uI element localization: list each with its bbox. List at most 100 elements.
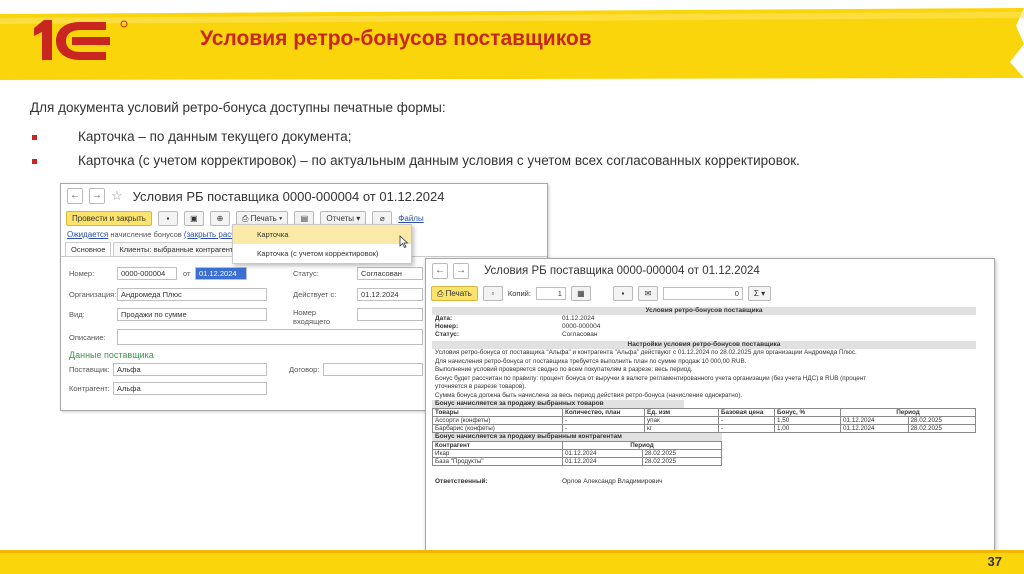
bullet-text: Карточка – по данным текущего документа; [78,129,352,144]
print-button[interactable]: ⎙ Печать [431,285,478,301]
window-title: Условия РБ поставщика 0000-000004 от 01.… [132,188,445,204]
organization-field[interactable]: Андромеда Плюс [117,288,267,301]
table-cell: упак [644,416,719,425]
settings-paragraph: уточняется в разрезе товаров). [435,383,527,390]
menu-item-card-with-corrections[interactable]: Карточка (с учетом корректировок) [233,244,411,263]
slide-title: Условия ретро-бонусов поставщиков [200,27,592,50]
supplier-label: Поставщик: [69,365,110,374]
sum-field[interactable]: 0 [662,286,743,300]
table-cell: 28.02.2025 [641,449,722,458]
sigma-icon: Σ [753,288,759,298]
files-link[interactable]: Файлы [398,214,423,223]
print-dropdown-menu: Карточка Карточка (с учетом корректирово… [232,224,412,264]
create-based-on-icon[interactable]: ⊕ [209,210,230,226]
valid-from-field[interactable]: 01.12.2024 [357,288,423,301]
back-arrow-icon[interactable]: ← [67,188,83,204]
post-and-close-button[interactable]: Провести и закрыть [66,210,152,226]
valid-from-label: Действует с: [293,290,337,299]
save-file-icon[interactable]: ▪ [612,285,633,301]
contract-field[interactable] [323,363,423,376]
doc-date-label: Дата: [435,315,453,322]
table-cell: 01.12.2024 [562,457,643,466]
doc-number-label: Номер: [435,323,459,330]
print-button-label: Печать [445,288,472,298]
description-field[interactable] [117,329,423,345]
bullet-list: Карточка – по данным текущего документа;… [30,127,800,175]
status-label: Статус: [293,269,319,278]
responsible-label: Ответственный: [435,478,488,485]
sum-mode-button[interactable]: Σ ▾ [747,285,772,301]
table-cell: кг [644,424,719,433]
from-label: от [183,269,191,278]
supplier-section-title: Данные поставщика [69,350,154,360]
status-link[interactable]: Ожидается [67,230,108,239]
status-field[interactable]: Согласован [357,267,423,280]
preview-toolbar: ⎙ Печать ▫ Копий: 1 ▦ ▪ ✉ 0 Σ ▾ [426,283,994,303]
printed-document: Условия ретро-бонусов поставщика Дата: 01… [432,307,976,485]
window-titlebar: ← → ☆ Условия РБ поставщика 0000-000004 … [61,184,547,208]
tab-clients[interactable]: Клиенты: выбранные контрагенты и [113,242,251,256]
settings-paragraph: Условия ретро-бонуса от поставщика "Альф… [435,349,857,356]
table-cell: 01.12.2024 [562,449,643,458]
post-icon[interactable]: ▣ [183,210,204,226]
forward-arrow-icon[interactable]: → [89,188,105,204]
table-cell: Барбарис (конфеты) [432,424,563,433]
slide: Условия ретро-бонусов поставщиков Для до… [0,0,1024,574]
counterparty-field[interactable]: Альфа [113,382,267,395]
copies-field[interactable]: 1 [535,286,566,300]
email-icon[interactable]: ✉ [637,285,658,301]
goods-col-header: Товары [432,408,563,417]
forward-arrow-icon[interactable]: → [453,263,469,279]
bullet-marker [32,135,37,140]
save-icon[interactable]: ▪ [157,210,178,226]
table-cell: 28.02.2025 [641,457,722,466]
date-field[interactable]: 01.12.2024 [195,267,247,280]
table-cell: - [562,424,645,433]
number-field[interactable]: 0000-000004 [117,267,177,280]
settings-paragraph: Для начисления ретро-бонуса от поставщик… [435,357,747,365]
goods-col-header: Ед. изм [644,408,719,417]
goods-header-row: Товары Количество, план Ед. изм Базовая … [432,408,976,417]
favorite-star-icon[interactable]: ☆ [111,188,123,204]
incoming-number-field[interactable] [357,308,423,321]
type-field[interactable]: Продажи по сумме [117,308,267,321]
goods-band: Бонус начисляется за продажу выбранных т… [432,400,684,408]
cp-col-header: Контрагент [432,441,563,450]
table-cell: - [562,416,645,425]
doc-header-band: Условия ретро-бонусов поставщика [432,307,976,315]
doc-date-value: 01.12.2024 [562,315,595,322]
goods-table: Товары Количество, план Ед. изм Базовая … [432,408,976,433]
bullet-marker [32,159,37,164]
page-number: 37 [987,554,1002,569]
goods-col-header: Бонус, % [774,408,841,417]
supplier-field[interactable]: Альфа [113,363,267,376]
responsible-row: Ответственный: Орлов Александр Владимиро… [432,478,976,485]
menu-item-card[interactable]: Карточка [233,225,411,244]
page-setup-icon[interactable]: ▫ [482,285,503,301]
table-row: Барбарис (конфеты) - кг - 1,00 01.12.202… [432,424,976,433]
goods-col-header: Период [840,408,976,417]
1c-logo-icon [34,20,128,60]
back-arrow-icon[interactable]: ← [432,263,448,279]
table-cell: Ассорти (конфеты) [432,416,563,425]
tab-main[interactable]: Основное [65,242,112,256]
doc-status-row: Статус: Согласован [432,331,976,339]
type-label: Вид: [69,310,85,319]
table-cell: 28.02.2025 [907,424,976,433]
table-row: Ассорти (конфеты) - упак - 1,50 01.12.20… [432,416,976,425]
status-text: начисление бонусов [110,230,182,239]
doc-status-value: Согласован [562,331,598,338]
doc-number-value: 0000-000004 [562,323,601,330]
settings-paragraph: Выполнение условий проверяется сводно по… [435,366,693,373]
counterparty-table: Контрагент Период Икар 01.12.2024 28.02.… [432,441,722,466]
table-cell: - [718,424,775,433]
doc-number-row: Номер: 0000-000004 [432,323,976,331]
doc-date-row: Дата: 01.12.2024 [432,315,976,323]
goods-col-header: Базовая цена [718,408,775,417]
bullet-item: Карточка (с учетом корректировок) – по а… [30,151,800,175]
preview-icon[interactable]: ▦ [570,285,591,301]
table-cell: 1,00 [774,424,841,433]
cp-col-header: Период [562,441,722,450]
bullet-text: Карточка (с учетом корректировок) – по а… [78,153,800,168]
table-cell: Икар [432,449,563,458]
